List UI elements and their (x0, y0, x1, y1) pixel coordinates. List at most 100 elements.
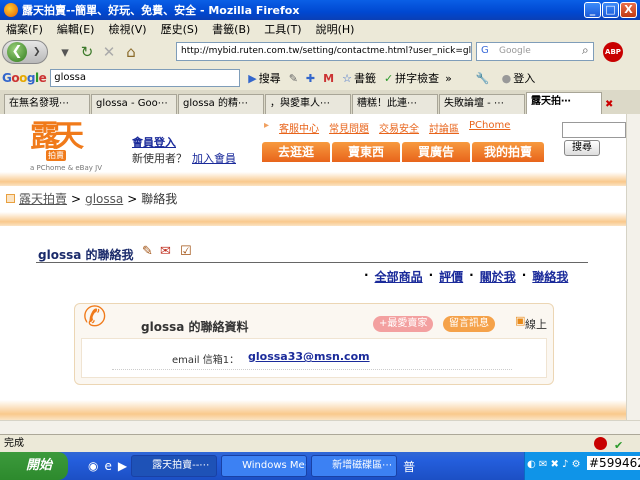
tab-active[interactable]: 露天拍⋯ (526, 92, 602, 114)
tab-4[interactable]: ，與愛車人⋯ (265, 94, 351, 114)
tab-1[interactable]: 在無名發現⋯ (4, 94, 90, 114)
bullet: · (469, 268, 474, 282)
toolbar-bookmarks-button[interactable]: 書籤 (354, 70, 376, 86)
phone-icon: ✆ (83, 300, 107, 333)
system-tray: ◐ ✉ ✖ ♪ ⚙ #599462 (524, 452, 640, 480)
nav-browse[interactable]: 去逛逛 (262, 142, 330, 162)
site-nav: 去逛逛 賣東西 買廣告 我的拍賣 (262, 142, 544, 162)
toolbar-more-button[interactable]: » (445, 72, 452, 85)
tray-icons[interactable]: ◐ ✉ ✖ ♪ ⚙ (527, 459, 581, 470)
vertical-scrollbar[interactable] (626, 114, 640, 420)
tab-bar: 在無名發現⋯ glossa - Goo⋯ glossa 的精⋯ ，與愛車人⋯ 糟… (0, 90, 640, 114)
minimize-button[interactable]: _ (584, 2, 601, 18)
online-status: 線上 (525, 318, 547, 331)
tab-2[interactable]: glossa - Goo⋯ (91, 94, 177, 114)
nav-my[interactable]: 我的拍賣 (472, 142, 544, 162)
forward-icon[interactable]: ❯ (33, 47, 41, 57)
favorite-seller-button[interactable]: +最愛賣家 (373, 316, 434, 332)
status-addon-icon[interactable] (594, 437, 607, 450)
task-explorer[interactable]: 新增磁碟區⋯ (311, 455, 398, 477)
status-text: 完成 (4, 438, 24, 449)
header-band (0, 172, 626, 186)
taskbar: 開始 ◉ e ▶ 露天拍賣--⋯ Windows Me⋯ 新增磁碟區⋯ 普 ◐ … (0, 452, 640, 480)
star-icon: ☆ (342, 71, 352, 85)
top-link-forum[interactable]: 討論區 (429, 120, 459, 135)
tab-3[interactable]: glossa 的精⋯ (178, 94, 264, 114)
breadcrumb-sep: > (127, 191, 138, 206)
web-search-input[interactable]: Google (476, 42, 594, 61)
horizontal-scrollbar[interactable] (0, 420, 640, 434)
adblock-icon[interactable]: ABP (603, 42, 623, 62)
top-link-service[interactable]: 客服中心 (279, 120, 319, 135)
google-toolbar-input[interactable]: glossa (50, 69, 241, 87)
join-member-link[interactable]: 加入會員 (192, 150, 236, 166)
member-login-link[interactable]: 會員登入 (132, 134, 176, 150)
watermark: #599462 (587, 456, 640, 470)
menu-tools[interactable]: 工具(T) (264, 21, 301, 37)
toolbar-login-button[interactable]: 登入 (513, 70, 535, 86)
contact-card: ✆ glossa 的聯絡資料 +最愛賣家 留言訊息 ▣ 線上 email 信箱1… (74, 300, 554, 385)
breadcrumb-current: 聯絡我 (141, 192, 178, 206)
menu-edit[interactable]: 編輯(E) (57, 21, 95, 37)
firefox-icon (4, 3, 18, 17)
link-contact[interactable]: 聯絡我 (532, 268, 568, 285)
plus-icon[interactable]: ✚ (306, 72, 315, 85)
stop-icon[interactable]: ✕ (98, 41, 120, 63)
user-links: · 全部商品 · 評價 · 關於我 · 聯絡我 (364, 268, 568, 285)
menu-view[interactable]: 檢視(V) (108, 21, 146, 37)
bullet: · (521, 268, 527, 282)
top-link-safety[interactable]: 交易安全 (379, 120, 419, 135)
site-logo-sub: 拍賣 (46, 150, 66, 161)
nav-sell[interactable]: 賣東西 (332, 142, 400, 162)
card-body: email 信箱1： glossa33@msn.com (81, 338, 547, 378)
magnifier-icon[interactable]: ⌕ (582, 43, 589, 58)
ie-icon[interactable]: e (104, 459, 111, 473)
breadcrumb-user[interactable]: glossa (85, 192, 123, 206)
gmail-icon[interactable]: M (323, 72, 334, 85)
close-button[interactable]: X (620, 2, 637, 18)
tab-6[interactable]: 失敗論壇 - ⋯ (439, 94, 525, 114)
start-button[interactable]: 開始 (0, 452, 68, 480)
task-windows-media[interactable]: Windows Me⋯ (221, 455, 308, 477)
link-all-items[interactable]: 全部商品 (375, 268, 423, 285)
toolbar-spellcheck-button[interactable]: 拼字檢查 (395, 70, 439, 86)
email-link[interactable]: glossa33@msn.com (248, 350, 370, 363)
menu-help[interactable]: 說明(H) (316, 21, 355, 37)
tab-close-icon[interactable]: ✖ (605, 99, 613, 110)
task-firefox[interactable]: 露天拍賣--⋯ (131, 455, 218, 477)
site-search-button[interactable]: 搜尋 (564, 140, 600, 156)
history-dropdown-icon[interactable]: ▾ (54, 41, 76, 63)
heading-rule (36, 262, 588, 263)
breadcrumb-band (0, 212, 626, 226)
quicklaunch-icon[interactable]: ◉ (88, 459, 98, 473)
status-bar: 完成 ✔ (0, 434, 640, 452)
email-divider (112, 369, 512, 370)
google-search-icon[interactable]: G (481, 45, 489, 56)
maximize-button[interactable]: □ (602, 2, 619, 18)
back-icon: ❮ (7, 42, 27, 62)
message-button[interactable]: 留言訊息 (443, 316, 495, 332)
news-icon[interactable]: ✎ (289, 72, 298, 85)
ime-indicator[interactable]: 普 (403, 458, 415, 475)
media-icon[interactable]: ▶ (118, 459, 127, 473)
top-link-pchome[interactable]: PChome (469, 120, 510, 135)
nav-ads[interactable]: 買廣告 (402, 142, 470, 162)
breadcrumb-home[interactable]: 露天拍賣 (19, 190, 67, 207)
home-icon[interactable]: ⌂ (120, 41, 142, 63)
top-link-sep: ▸ (264, 120, 270, 131)
top-link-faq[interactable]: 常見問題 (329, 120, 369, 135)
wrench-icon[interactable]: 🔧 (476, 72, 490, 85)
title-bar: 露天拍賣--簡單、好玩、免費、安全 - Mozilla Firefox _ □ … (0, 0, 640, 20)
menu-bookmarks[interactable]: 書籤(B) (212, 21, 250, 37)
toolbar-search-button[interactable]: 搜尋 (259, 70, 281, 86)
menu-history[interactable]: 歷史(S) (161, 21, 199, 37)
link-ratings[interactable]: 評價 (439, 268, 463, 285)
menu-file[interactable]: 檔案(F) (6, 21, 43, 37)
tab-5[interactable]: 糟糕！此連⋯ (352, 94, 438, 114)
logo-caption: a PChome & eBay JV (30, 164, 102, 172)
url-field[interactable]: http://mybid.ruten.com.tw/setting/contac… (176, 42, 472, 61)
site-search-input[interactable] (562, 122, 626, 138)
link-about[interactable]: 關於我 (480, 268, 516, 285)
back-button[interactable]: ❮ ❯ (2, 40, 48, 64)
reload-icon[interactable]: ↻ (76, 41, 98, 63)
